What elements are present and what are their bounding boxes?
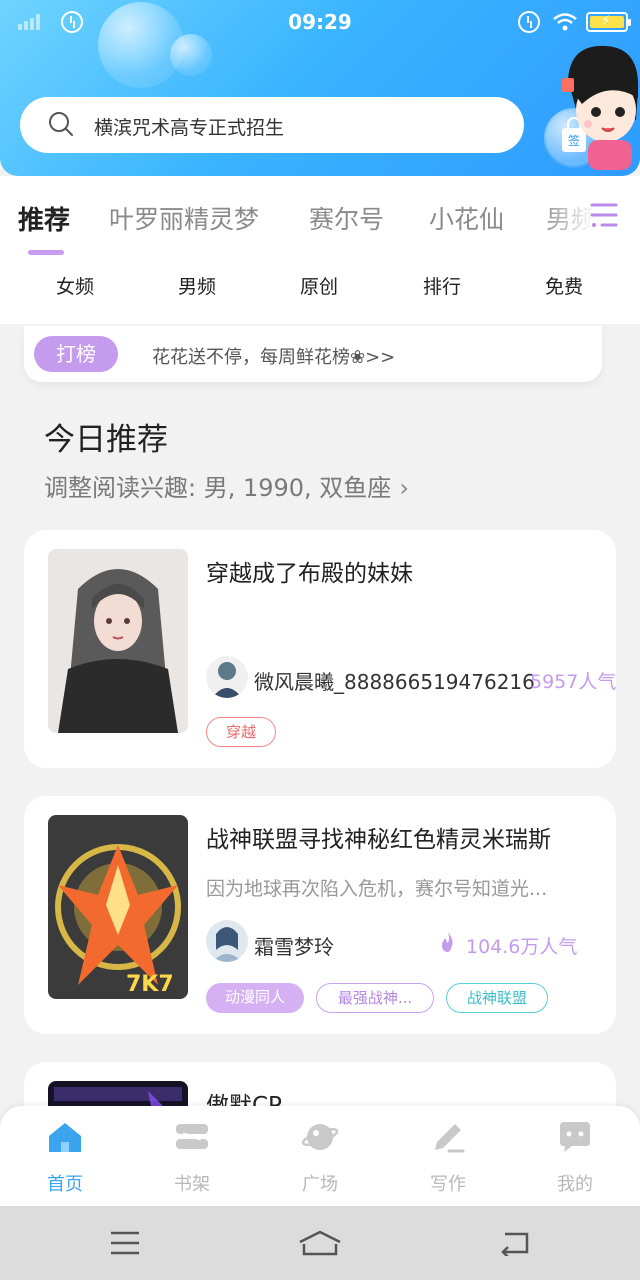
search-bar[interactable]: 横滨咒术高专正式招生 [20,97,524,153]
subnav-female[interactable]: 女频 [56,272,94,299]
planet-icon [301,1124,339,1150]
book-description: 因为地球再次陷入危机，赛尔号知道光... [206,878,548,900]
tab-active-indicator [28,250,64,255]
status-time: 09:29 [288,10,352,34]
flame-icon [442,932,453,952]
chat-bubble-icon [560,1122,590,1152]
nav-write[interactable]: 写作 [408,1120,488,1196]
interest-settings-link[interactable]: 调整阅读兴趣: 男, 1990, 双鱼座 › [44,468,409,503]
nav-mine[interactable]: 我的 [535,1120,615,1196]
subnav-ranking[interactable]: 排行 [423,272,461,299]
popularity-count: 104.6万人气 [466,936,578,958]
book-cover [48,549,188,733]
rank-badge: 打榜 [34,336,118,372]
nav-label: 广场 [302,1174,338,1195]
tab-seer[interactable]: 赛尔号 [309,200,384,236]
bookshelf-icon [176,1124,208,1149]
status-bar: 09:29 ⚡ [0,0,640,44]
author-avatar [206,920,248,962]
mascot-character [562,45,639,170]
chevron-right-icon: › [399,474,409,502]
home-icon [49,1123,81,1152]
book-tag[interactable]: 最强战神... [316,983,434,1013]
book-title: 战神联盟寻找神秘红色精灵米瑞斯 [206,827,551,853]
nav-bookshelf[interactable]: 书架 [152,1120,232,1196]
author-name: 微风晨曦_888866519476216 [254,670,535,694]
nav-home[interactable]: 首页 [25,1120,105,1196]
nav-label: 写作 [430,1174,466,1195]
alarm-icon [518,11,540,33]
book-cover: 7K7 [48,815,188,999]
popularity-count: 5957人气 [530,671,617,693]
book-tag[interactable]: 战神联盟 [446,983,548,1013]
bottom-nav: 首页 书架 广场 写作 我的 [0,1106,640,1206]
interest-settings-label: 调整阅读兴趣: 男, 1990, 双鱼座 [44,474,392,502]
tab-yeluoli[interactable]: 叶罗丽精灵梦 [109,200,259,236]
book-card[interactable]: 穿越成了布殿的妹妹 微风晨曦_888866519476216 5957人气 穿越 [24,530,616,768]
subnav-free[interactable]: 免费 [545,272,583,299]
rank-text: 花花送不停，每周鲜花榜❀>> [152,347,396,368]
menu-icon[interactable] [588,200,620,230]
nav-label: 首页 [47,1174,83,1195]
menu-lines-icon[interactable] [109,1230,141,1256]
tab-recommend[interactable]: 推荐 [18,200,70,237]
ranking-banner[interactable]: 打榜 花花送不停，每周鲜花榜❀>> [24,326,602,382]
nav-square[interactable]: 广场 [280,1120,360,1196]
book-title: 穿越成了布殿的妹妹 [206,561,413,587]
author-avatar [206,656,248,698]
subnav-male[interactable]: 男频 [178,272,216,299]
search-placeholder: 横滨咒术高专正式招生 [94,117,285,139]
pen-icon [435,1124,465,1153]
author-name: 霜雪梦玲 [254,935,334,959]
book-card[interactable]: 7K7 战神联盟寻找神秘红色精灵米瑞斯 因为地球再次陷入危机，赛尔号知道光...… [24,796,616,1034]
system-nav-bar [0,1206,640,1280]
nav-label: 我的 [557,1174,593,1195]
wifi-icon [553,13,577,31]
search-icon [49,112,73,136]
back-icon[interactable] [499,1230,531,1256]
subnav-original[interactable]: 原创 [300,272,338,299]
section-title: 今日推荐 [44,422,168,458]
book-tag[interactable]: 动漫同人 [206,983,304,1013]
book-tag[interactable]: 穿越 [206,717,276,747]
tab-xiaohuaxian[interactable]: 小花仙 [429,200,504,236]
nav-label: 书架 [174,1174,210,1195]
home-outline-icon[interactable] [298,1230,342,1256]
cover-text: 7K7 [126,972,174,997]
battery-icon: ⚡ [586,12,631,32]
